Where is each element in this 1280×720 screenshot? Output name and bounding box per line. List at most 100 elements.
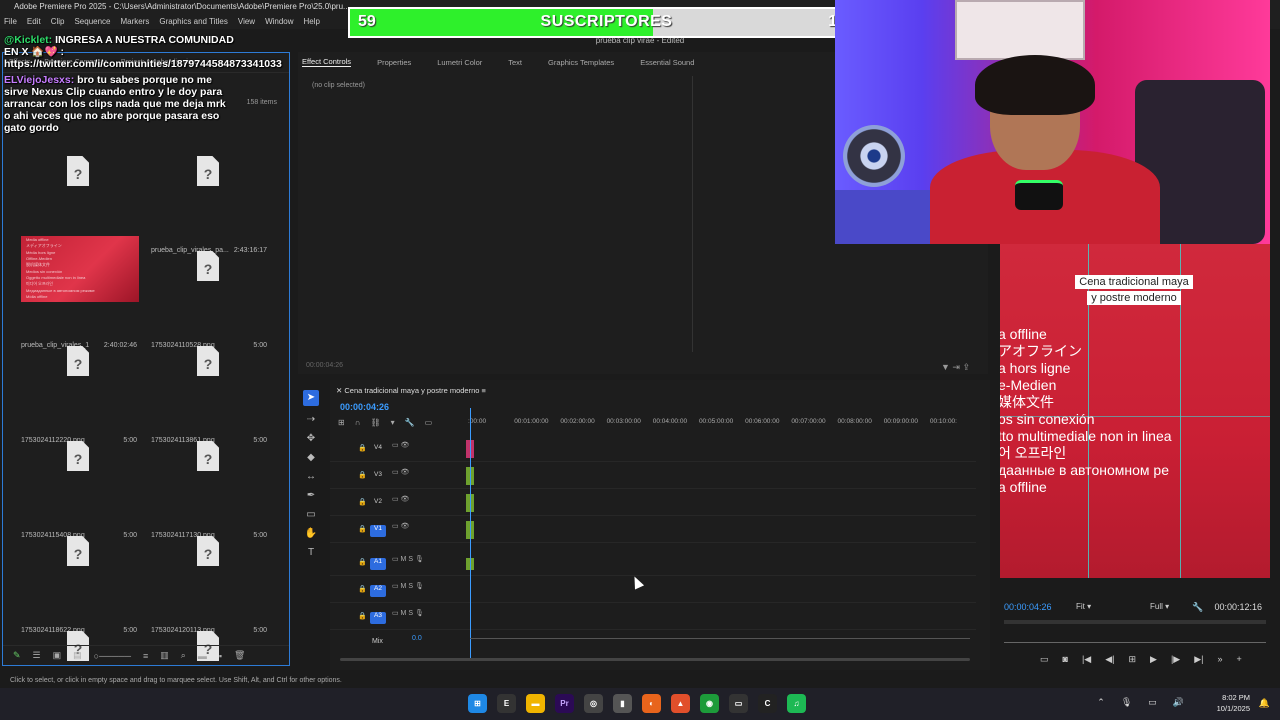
tab-text[interactable]: Text [508, 58, 522, 67]
eye-icon[interactable]: ▭ 👁 [392, 522, 409, 530]
step-back-icon[interactable]: |◀ [1082, 654, 1091, 665]
lock-icon[interactable]: 🔒 [358, 471, 367, 479]
network-icon[interactable]: ▭ [1148, 697, 1157, 708]
tab-graphics-templates[interactable]: Graphics Templates [548, 58, 614, 67]
terminal-icon[interactable]: ▭ [729, 694, 748, 713]
video-track[interactable]: 🔒 V2 ▭ 👁 [330, 490, 976, 516]
project-item[interactable]: ? 1753024112220.png 5:00 [17, 331, 139, 444]
track-label[interactable]: V3 [370, 471, 386, 483]
project-item[interactable]: ? prueba_clip_virales_pa... 2:43:16:17 [147, 141, 269, 254]
menu-edit[interactable]: Edit [27, 14, 41, 29]
menu-markers[interactable]: Markers [121, 14, 150, 29]
menu-sequence[interactable]: Sequence [74, 14, 110, 29]
video-track[interactable]: 🔒 V3 ▭ 👁 [330, 463, 976, 489]
freeform-view-icon[interactable]: ▤ [73, 650, 82, 661]
eye-icon[interactable]: ▭ 👁 [392, 441, 409, 449]
track-label[interactable]: A2 [370, 585, 386, 597]
tab-properties[interactable]: Properties [377, 58, 411, 67]
eye-icon[interactable]: ▭ 👁 [392, 468, 409, 476]
microphone-icon[interactable]: 🎙 [1121, 697, 1132, 708]
program-scrubber[interactable] [1004, 620, 1266, 624]
project-item[interactable]: ? 1753024117130.png 5:00 [147, 426, 269, 539]
program-timecode[interactable]: 00:00:04:26 [1004, 602, 1052, 612]
lock-icon[interactable]: 🔒 [358, 498, 367, 506]
camera-icon[interactable]: ◙ [1063, 654, 1068, 665]
tab-effect-controls[interactable]: Effect Controls [302, 57, 352, 67]
selection-tool-icon[interactable]: ➤ [303, 390, 319, 406]
video-track[interactable]: 🔒 V4 ▭ 👁 [330, 436, 976, 462]
ripple-edit-tool-icon[interactable]: ✥ [307, 433, 315, 444]
timeline-scrollbar[interactable] [340, 658, 970, 661]
epic-games-icon[interactable]: E [497, 694, 516, 713]
hand-tool-icon[interactable]: ✋ [305, 528, 317, 539]
track-select-tool-icon[interactable]: ⇢ [307, 414, 315, 425]
notification-icon[interactable]: 🔔 [1259, 698, 1270, 709]
quality-dropdown[interactable]: Full ▾ [1150, 602, 1169, 611]
rectangle-tool-icon[interactable]: ▭ [306, 509, 315, 520]
more-icon[interactable]: » [1217, 654, 1222, 665]
project-item[interactable]: ? 1753024110528.png 5:00 [147, 236, 269, 349]
playhead[interactable] [470, 408, 471, 658]
list-view-icon[interactable]: ☰ [33, 650, 41, 661]
zoom-scrollbar[interactable] [1004, 642, 1266, 643]
new-item-icon[interactable]: ▪ [219, 651, 222, 661]
menu-view[interactable]: View [238, 14, 255, 29]
volume-icon[interactable]: 🔊 [1173, 697, 1184, 708]
find-icon[interactable]: ⌕ [181, 650, 186, 661]
recycle-bin-icon[interactable]: ▮ [613, 694, 632, 713]
lock-icon[interactable]: 🔒 [358, 585, 367, 593]
mute-solo-controls[interactable]: ▭ M S 🎙 [392, 609, 424, 617]
sort-icon[interactable]: ≡ [143, 651, 148, 661]
frame-back-icon[interactable]: ◀| [1105, 654, 1114, 665]
spotify-icon[interactable]: ♫ [787, 694, 806, 713]
time-ruler[interactable]: :00:00 00:01:00:00 00:02:00:00 00:03:00:00 0… [468, 418, 976, 428]
pen-tool-icon[interactable]: ✒ [307, 490, 315, 501]
video-track[interactable]: 🔒 V1 ▭ 👁 [330, 517, 976, 543]
project-item[interactable]: ? 1753024120113.png 5:00 [147, 521, 269, 634]
captions-icon[interactable]: ▭ [425, 418, 433, 427]
tab-lumetri-color[interactable]: Lumetri Color [437, 58, 482, 67]
mute-solo-controls[interactable]: ▭ M S 🎙 [392, 582, 424, 590]
insert-icon[interactable]: ⊞ [1128, 654, 1136, 665]
add-button-icon[interactable]: + [1237, 654, 1242, 665]
lock-icon[interactable]: 🔒 [358, 444, 367, 452]
menu-window[interactable]: Window [265, 14, 293, 29]
new-bin-icon[interactable]: ▬ [198, 651, 207, 661]
settings-icon[interactable]: 🔧 [405, 418, 415, 427]
tab-essential-sound[interactable]: Essential Sound [640, 58, 694, 67]
track-label[interactable]: V4 [370, 444, 386, 456]
sequence-tab[interactable]: ✕ Cena tradicional maya y postre moderno… [336, 386, 486, 395]
mix-value[interactable]: 0.0 [412, 635, 422, 642]
audio-track[interactable]: 🔒 A1 ▭ M S 🎙 [330, 550, 976, 576]
mute-solo-controls[interactable]: ▭ M S 🎙 [392, 555, 424, 563]
nest-icon[interactable]: ⊞ [338, 418, 345, 427]
menu-clip[interactable]: Clip [51, 14, 65, 29]
linked-selection-icon[interactable]: ⛓ [370, 418, 380, 427]
clock[interactable]: 8:02 PM 10/1/2025 [1217, 692, 1250, 714]
lock-icon[interactable]: 🔒 [358, 558, 367, 566]
project-item[interactable]: ? 1753024118622.png 5:00 [17, 521, 139, 634]
menu-graphics[interactable]: Graphics and Titles [159, 14, 227, 29]
track-label[interactable]: A1 [370, 558, 386, 570]
slip-tool-icon[interactable]: ↔ [306, 471, 316, 482]
wrench-icon[interactable]: 🔧 [1192, 602, 1203, 613]
project-item[interactable]: Media offline メディアオフライン Média hors ligne Of… [17, 236, 139, 349]
track-label[interactable]: A3 [370, 612, 386, 624]
premiere-pro-icon[interactable]: Pr [555, 694, 574, 713]
trash-icon[interactable]: 🗑 [234, 650, 245, 661]
fit-dropdown[interactable]: Fit ▾ [1076, 602, 1091, 611]
icon-view-icon[interactable]: ▣ [53, 650, 62, 661]
play-icon[interactable]: ▶ [1150, 654, 1157, 665]
brave-icon[interactable]: ▲ [671, 694, 690, 713]
razor-tool-icon[interactable]: ◆ [307, 452, 315, 463]
snap-icon[interactable]: ∩ [355, 418, 361, 427]
file-explorer-icon[interactable]: ▬ [526, 694, 545, 713]
project-item[interactable]: ?prueba_clip_virales_1...2:21:37:02 [17, 141, 139, 254]
track-label[interactable]: V1 [370, 525, 386, 537]
lock-icon[interactable]: 🔒 [358, 612, 367, 620]
menu-file[interactable]: File [4, 14, 17, 29]
project-item[interactable]: ? 1753024113861.png 5:00 [147, 331, 269, 444]
track-label[interactable]: V2 [370, 498, 386, 510]
filter-icon[interactable]: ▼ ⇥ ⇪ [941, 362, 970, 373]
obs-icon[interactable]: ◎ [584, 694, 603, 713]
